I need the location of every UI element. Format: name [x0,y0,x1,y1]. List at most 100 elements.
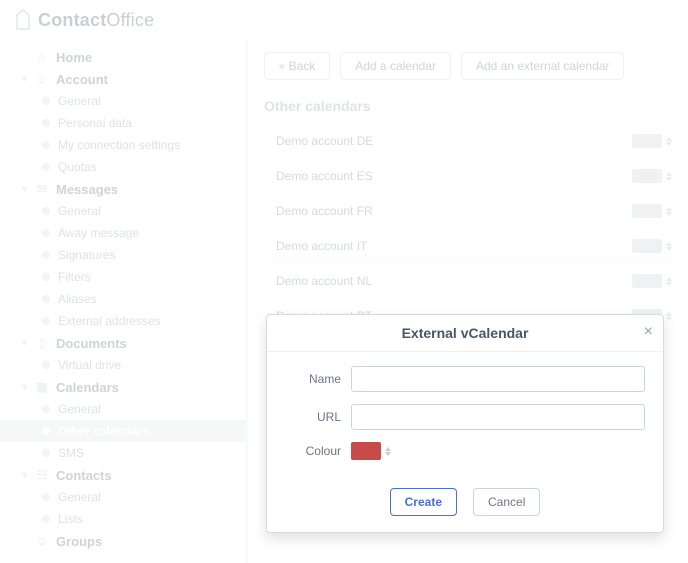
sidebar: ⌂ Home ▼ ☺ Account GeneralPersonal dataM… [0,40,248,563]
sub-label: Away message [58,226,139,240]
sidebar-sub-item[interactable]: General [0,486,246,508]
nav-calendars[interactable]: ▼ ▦ Calendars [0,376,246,398]
sidebar-sub-item[interactable]: Filters [0,266,246,288]
nav-contacts[interactable]: ▼ ☷ Contacts [0,464,246,486]
color-stepper[interactable] [666,242,672,251]
calendar-name: Demo account ES [276,169,373,183]
toolbar: «Back Add a calendar Add an external cal… [264,52,674,80]
nav-label: Home [56,50,92,65]
sidebar-sub-item[interactable]: General [0,398,246,420]
sidebar-sub-item[interactable]: My connection settings [0,134,246,156]
calendar-row[interactable]: Demo account NL [272,268,674,295]
calendar-icon: ▦ [34,380,50,394]
calendar-row[interactable]: Demo account ES [272,163,674,190]
sidebar-sub-item[interactable]: Personal data [0,112,246,134]
nav-documents[interactable]: ▼ ▯ Documents [0,332,246,354]
nav-label: Account [56,72,108,87]
bullet-icon [42,427,50,435]
sidebar-sub-item[interactable]: Quotas [0,156,246,178]
calendar-color-swatch[interactable] [632,239,662,253]
nav-messages[interactable]: ▼ ✉ Messages [0,178,246,200]
button-label: Add an external calendar [476,59,609,73]
sub-label: Filters [58,270,91,284]
create-button[interactable]: Create [390,488,457,516]
sub-label: Signatures [58,248,115,262]
color-stepper[interactable] [666,137,672,146]
sub-label: General [58,94,101,108]
url-input[interactable] [351,404,645,430]
add-calendar-button[interactable]: Add a calendar [340,52,451,80]
add-external-calendar-button[interactable]: Add an external calendar [461,52,624,80]
calendar-name: Demo account DE [276,134,373,148]
sidebar-sub-item[interactable]: General [0,90,246,112]
button-label: Add a calendar [355,59,436,73]
nav-label: Groups [56,534,102,549]
external-vcalendar-modal: External vCalendar × Name URL Colour Cre… [266,314,664,533]
chevron-down-icon: ▼ [20,184,30,194]
back-button[interactable]: «Back [264,52,330,80]
chevron-down-icon: ▼ [20,470,30,480]
sub-label: Virtual drive [58,358,121,372]
sub-label: Lists [58,512,83,526]
section-title: Other calendars [264,98,674,114]
bullet-icon [42,229,50,237]
colour-label: Colour [285,444,341,458]
bullet-icon [42,207,50,215]
url-label: URL [285,410,341,424]
bullet-icon [42,493,50,501]
nav-label: Messages [56,182,118,197]
bullet-icon [42,97,50,105]
calendar-color-swatch[interactable] [632,274,662,288]
nav-groups[interactable]: ☺ Groups [0,530,246,552]
bullet-icon [42,515,50,523]
calendar-color-swatch[interactable] [632,169,662,183]
bullet-icon [42,119,50,127]
groups-icon: ☺ [34,534,50,548]
colour-stepper[interactable] [385,447,391,456]
cancel-button[interactable]: Cancel [473,488,540,516]
bullet-icon [42,405,50,413]
color-stepper[interactable] [666,312,672,321]
sidebar-sub-item[interactable]: External addresses [0,310,246,332]
brand-name: ContactOffice [38,10,154,31]
bullet-icon [42,317,50,325]
calendar-name: Demo account NL [276,274,372,288]
color-stepper[interactable] [666,277,672,286]
nav-account[interactable]: ▼ ☺ Account [0,68,246,90]
calendar-color-swatch[interactable] [632,134,662,148]
sub-label: Quotas [58,160,97,174]
color-stepper[interactable] [666,207,672,216]
sub-label: External addresses [58,314,161,328]
calendar-name: Demo account FR [276,204,373,218]
calendar-name: Demo account IT [276,239,367,253]
name-label: Name [285,372,341,386]
name-input[interactable] [351,366,645,392]
bullet-icon [42,141,50,149]
sidebar-sub-item[interactable]: Away message [0,222,246,244]
sidebar-sub-item[interactable]: Aliases [0,288,246,310]
sidebar-sub-item[interactable]: Virtual drive [0,354,246,376]
sub-label: SMS [58,446,84,460]
calendar-row[interactable]: Demo account FR [272,198,674,225]
calendar-row[interactable]: Demo account DE [272,128,674,155]
sidebar-sub-item[interactable]: SMS [0,442,246,464]
calendar-row[interactable]: Demo account IT [272,233,674,260]
document-icon: ▯ [34,336,50,350]
sidebar-sub-item[interactable]: Other calendars [0,420,246,442]
sub-label: Aliases [58,292,97,306]
mail-icon: ✉ [34,182,50,196]
sidebar-sub-item[interactable]: General [0,200,246,222]
sub-label: General [58,204,101,218]
bullet-icon [42,273,50,281]
chevron-down-icon: ▼ [20,382,30,392]
color-stepper[interactable] [666,172,672,181]
user-icon: ☺ [34,72,50,86]
sidebar-sub-item[interactable]: Lists [0,508,246,530]
nav-label: Calendars [56,380,119,395]
colour-swatch[interactable] [351,442,381,460]
sidebar-sub-item[interactable]: Signatures [0,244,246,266]
nav-home[interactable]: ⌂ Home [0,46,246,68]
close-icon[interactable]: × [644,323,653,341]
calendar-color-swatch[interactable] [632,204,662,218]
sub-label: Other calendars [58,424,149,438]
